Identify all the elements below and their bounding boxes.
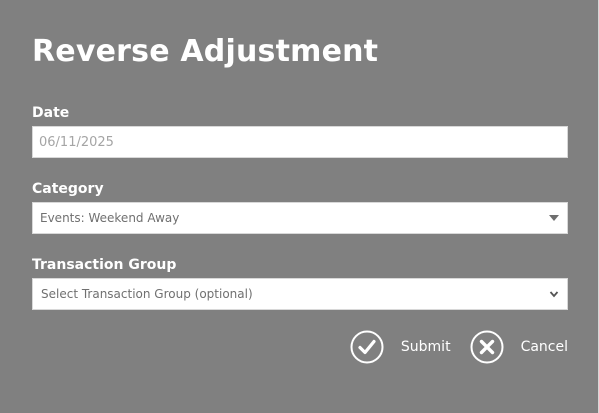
submit-label: Submit <box>400 339 451 355</box>
category-selected-value: Events: Weekend Away <box>40 211 180 225</box>
chevron-down-icon <box>549 291 559 298</box>
transaction-group-placeholder: Select Transaction Group (optional) <box>41 287 253 301</box>
cancel-label: Cancel <box>520 339 568 355</box>
category-label: Category <box>32 181 104 197</box>
transaction-group-label: Transaction Group <box>32 257 177 273</box>
close-circle-icon <box>470 330 504 364</box>
date-input[interactable] <box>32 126 568 158</box>
category-select[interactable]: Events: Weekend Away <box>32 202 568 234</box>
dialog-actions: Submit Cancel <box>350 330 568 364</box>
date-label: Date <box>32 105 70 121</box>
caret-down-icon <box>549 215 559 221</box>
submit-button[interactable]: Submit <box>350 330 451 364</box>
reverse-adjustment-dialog: Reverse Adjustment Date Category Events:… <box>0 0 599 413</box>
dialog-title: Reverse Adjustment <box>32 34 379 69</box>
transaction-group-select[interactable]: Select Transaction Group (optional) <box>32 278 568 310</box>
cancel-button[interactable]: Cancel <box>470 330 568 364</box>
check-circle-icon <box>350 330 384 364</box>
